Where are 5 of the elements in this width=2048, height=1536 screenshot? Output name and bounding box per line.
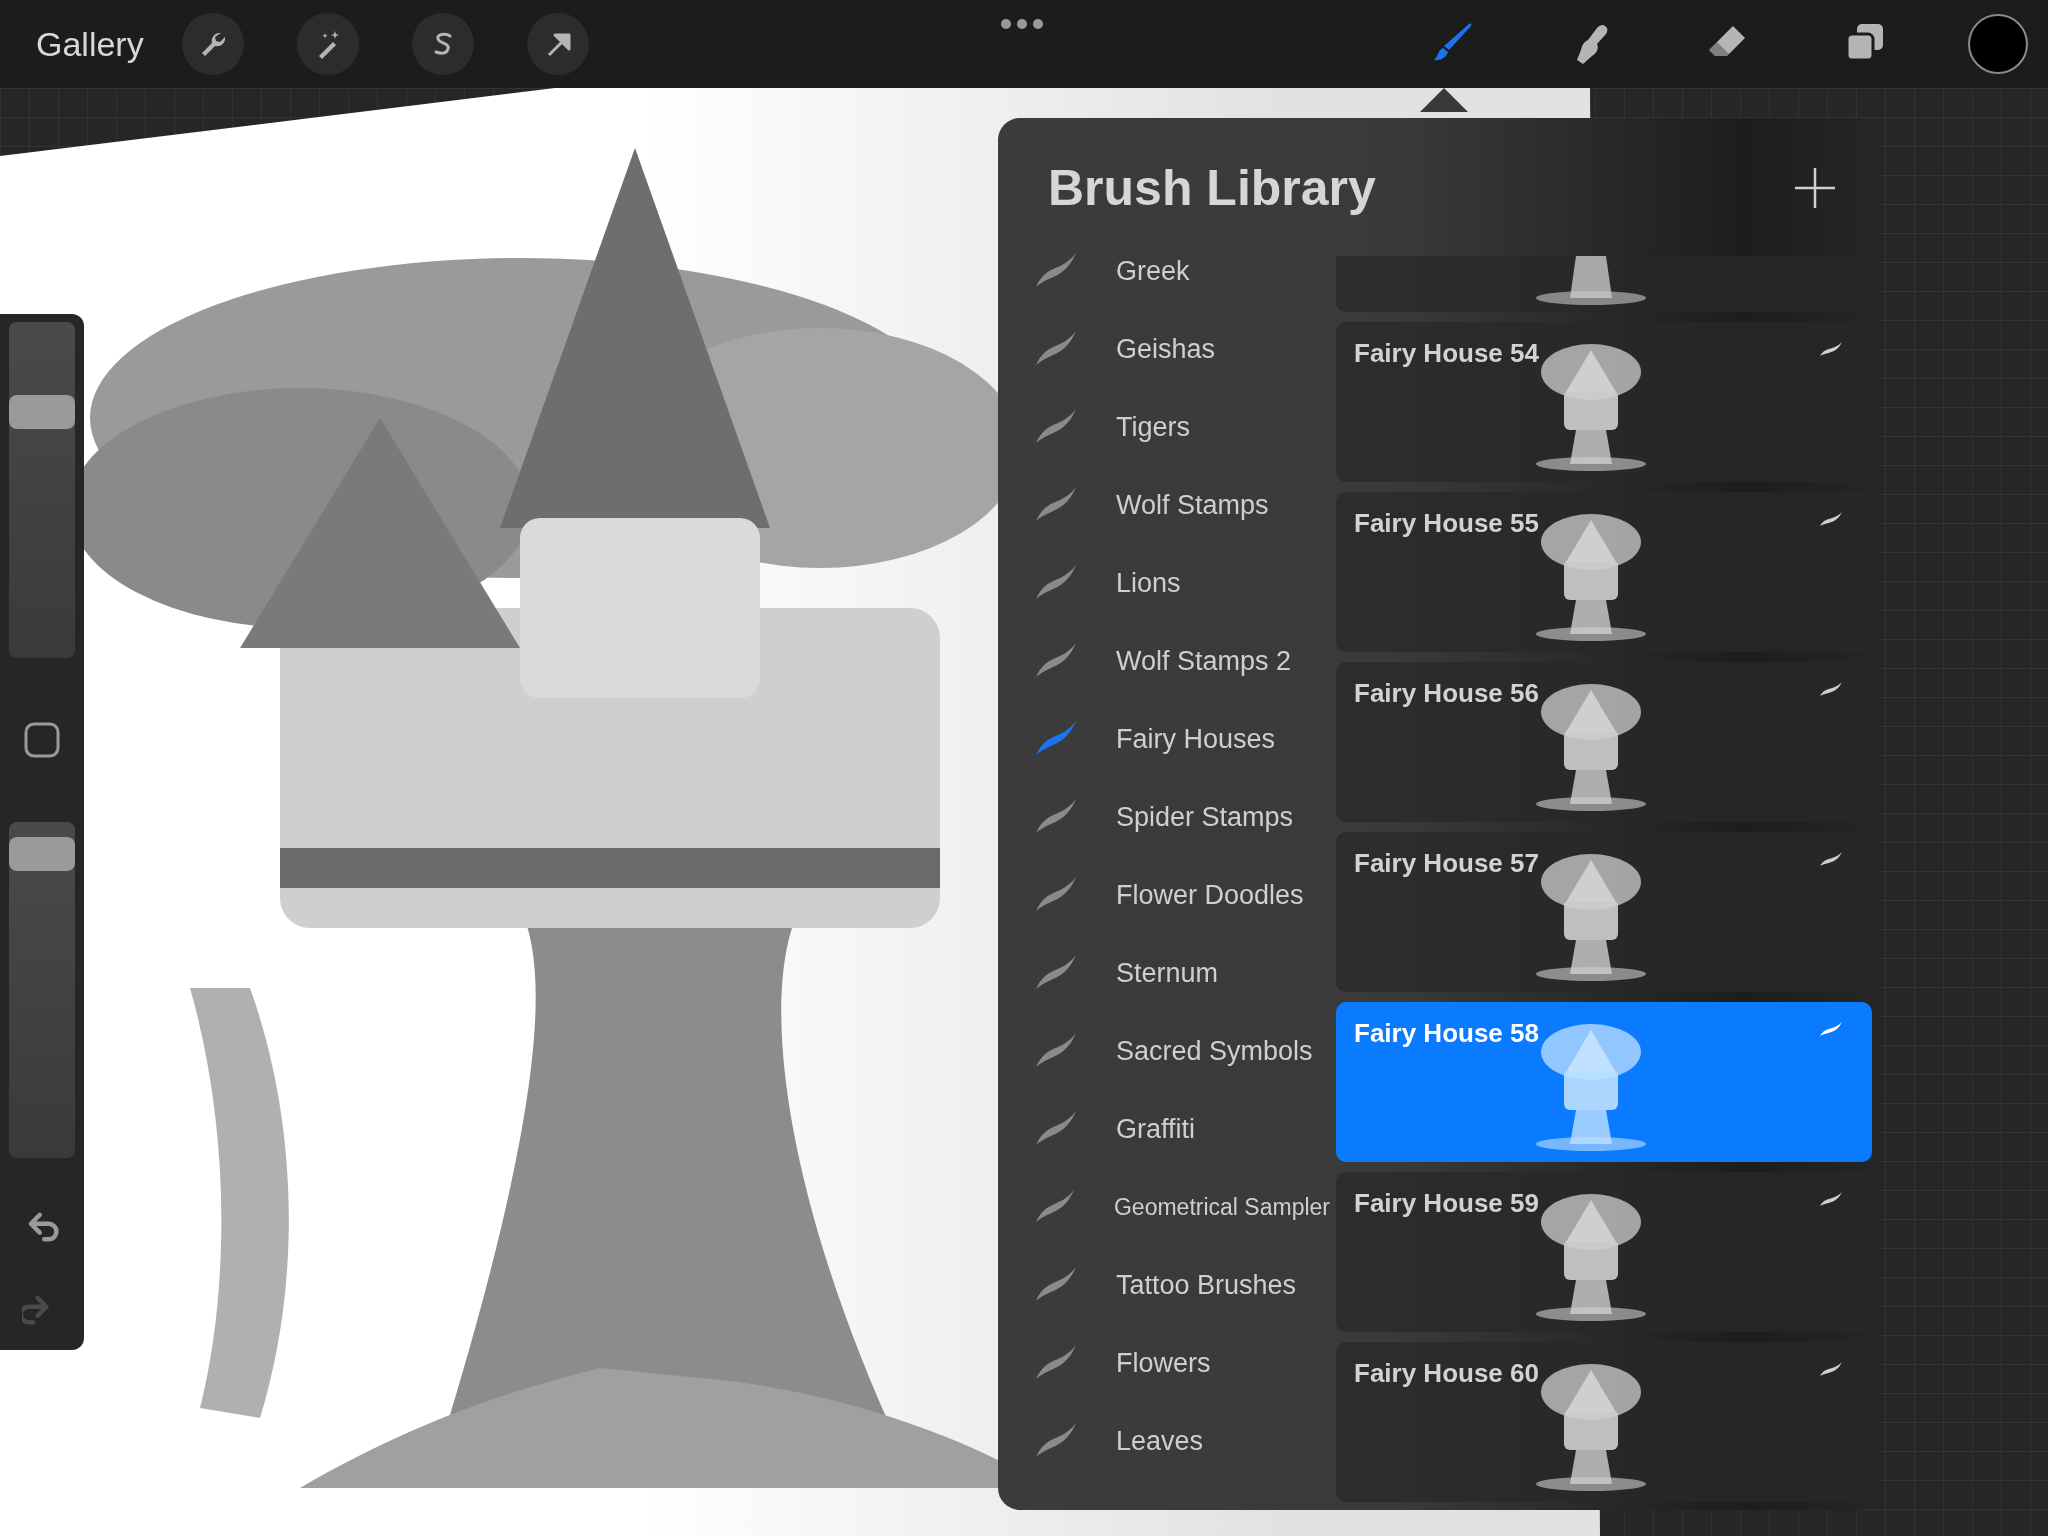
more-icon[interactable] xyxy=(1000,18,1044,30)
plus-icon xyxy=(1793,166,1837,210)
gallery-button[interactable]: Gallery xyxy=(0,18,144,70)
color-button[interactable] xyxy=(1968,14,2028,74)
add-button[interactable] xyxy=(1792,165,1838,211)
